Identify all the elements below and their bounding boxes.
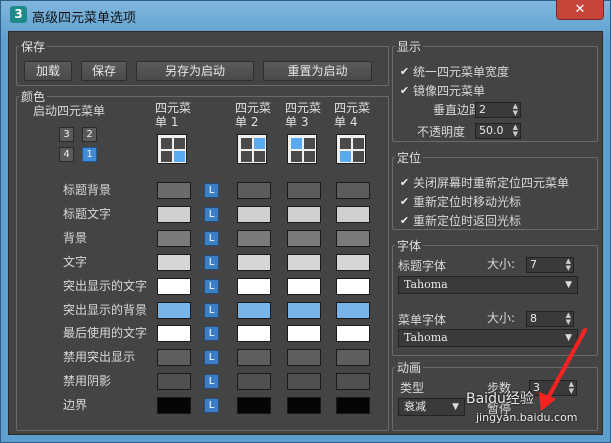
watermark-logo: Baidu经验 (466, 391, 534, 407)
annotation-arrow-icon (539, 328, 587, 411)
watermark-url: jingyan.baidu.com (476, 411, 578, 424)
annotation-arrow-overlay (539, 328, 587, 411)
